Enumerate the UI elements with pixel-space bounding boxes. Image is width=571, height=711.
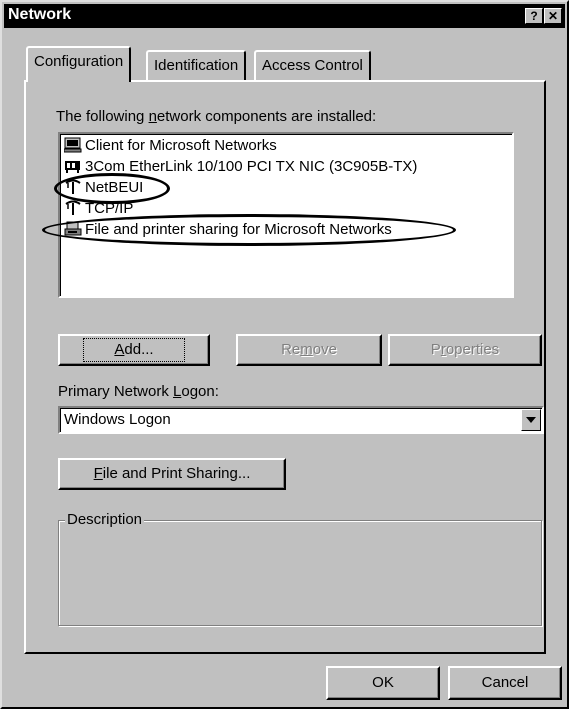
tab-identification[interactable]: Identification [146, 50, 247, 80]
add-button-label: Add... [83, 338, 185, 362]
dropdown-button[interactable] [521, 409, 541, 431]
list-item[interactable]: TCP/IP [64, 199, 133, 221]
ok-button[interactable]: OK [326, 666, 440, 700]
list-item[interactable]: File and printer sharing for Microsoft N… [64, 220, 392, 242]
properties-button[interactable]: Properties [388, 334, 542, 366]
help-icon: ? [530, 9, 538, 23]
service-icon [64, 221, 82, 237]
remove-button-label: Remove [281, 341, 337, 358]
add-button[interactable]: Add... [58, 334, 210, 366]
tab-configuration[interactable]: Configuration [26, 46, 132, 82]
tab-access-control[interactable]: Access Control [254, 50, 371, 80]
cancel-button[interactable]: Cancel [448, 666, 562, 700]
configuration-panel: The following network components are ins… [24, 80, 546, 654]
tab-identification-label: Identification [154, 57, 239, 74]
ok-button-label: OK [372, 674, 394, 691]
window-title: Network [8, 6, 72, 23]
client-icon [63, 137, 82, 153]
primary-logon-select[interactable]: Windows Logon [58, 406, 544, 434]
list-item[interactable]: Client for Microsoft Networks [63, 136, 277, 158]
title-bar[interactable]: Network ? ✕ [4, 4, 565, 28]
primary-logon-value: Windows Logon [64, 411, 171, 428]
close-icon: ✕ [547, 9, 559, 23]
tab-access-control-label: Access Control [262, 57, 363, 74]
protocol-icon [64, 200, 82, 216]
file-print-sharing-label: File and Print Sharing... [93, 465, 251, 482]
components-list[interactable]: Client for Microsoft Networks 3Com Ether… [42, 132, 514, 298]
list-item[interactable]: 3Com EtherLink 10/100 PCI TX NIC (3C905B… [64, 157, 417, 179]
primary-logon-label: Primary Network Logon: [58, 383, 219, 400]
properties-button-label: Properties [430, 341, 500, 358]
components-label: The following network components are ins… [56, 108, 377, 125]
close-button[interactable]: ✕ [544, 8, 562, 24]
file-print-sharing-button[interactable]: File and Print Sharing... [58, 458, 286, 490]
remove-button[interactable]: Remove [236, 334, 382, 366]
protocol-icon [64, 179, 82, 195]
cancel-button-label: Cancel [481, 674, 529, 691]
list-item[interactable]: NetBEUI [64, 178, 143, 200]
tab-configuration-label: Configuration [34, 53, 124, 70]
help-button[interactable]: ? [525, 8, 543, 24]
network-dialog: Network ? ✕ Configuration Identification… [0, 0, 569, 709]
chevron-down-icon [526, 417, 536, 423]
network-adapter-icon [64, 158, 82, 174]
description-legend: Description [65, 511, 145, 528]
description-group: Description [58, 511, 542, 626]
